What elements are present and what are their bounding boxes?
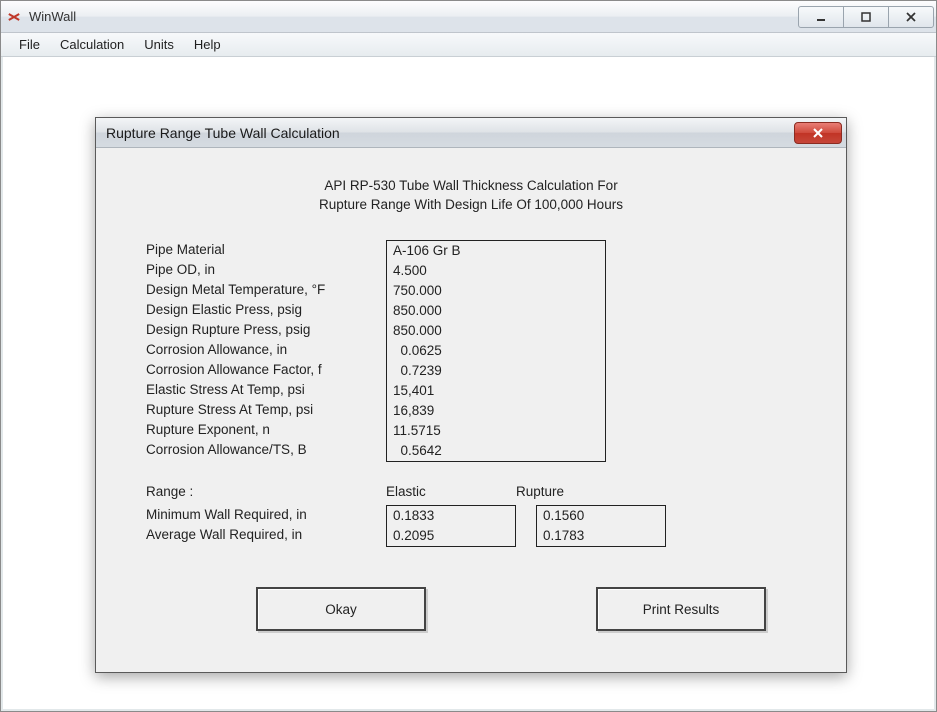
label-corrosion-allowance: Corrosion Allowance, in	[146, 340, 386, 360]
label-min-wall: Minimum Wall Required, in	[146, 505, 386, 525]
value-corrosion-allowance-factor: 0.7239	[393, 361, 599, 381]
value-design-elastic-press: 850.000	[393, 301, 599, 321]
maximize-icon	[860, 11, 872, 23]
menu-file[interactable]: File	[9, 34, 50, 55]
label-corrosion-allowance-factor: Corrosion Allowance Factor, f	[146, 360, 386, 380]
dialog-titlebar[interactable]: Rupture Range Tube Wall Calculation	[96, 118, 846, 148]
menu-units[interactable]: Units	[134, 34, 184, 55]
dialog-close-button[interactable]	[794, 122, 842, 144]
value-rupture-stress: 16,839	[393, 401, 599, 421]
label-design-rupture-press: Design Rupture Press, psig	[146, 320, 386, 340]
label-elastic-stress: Elastic Stress At Temp, psi	[146, 380, 386, 400]
client-area: Rupture Range Tube Wall Calculation API …	[1, 57, 936, 711]
okay-button[interactable]: Okay	[256, 587, 426, 631]
app-title: WinWall	[29, 9, 76, 24]
value-corrosion-allowance: 0.0625	[393, 341, 599, 361]
dialog-title-text: Rupture Range Tube Wall Calculation	[106, 125, 340, 141]
label-corrosion-allowance-ts: Corrosion Allowance/TS, B	[146, 440, 386, 460]
minimize-icon	[815, 11, 827, 23]
label-pipe-material: Pipe Material	[146, 240, 386, 260]
value-pipe-material: A-106 Gr B	[393, 241, 599, 261]
print-results-button[interactable]: Print Results	[596, 587, 766, 631]
rupture-values-box: 0.1560 0.1783	[536, 505, 666, 547]
parameter-labels: Pipe Material Pipe OD, in Design Metal T…	[146, 240, 386, 460]
parameters-block: Pipe Material Pipe OD, in Design Metal T…	[146, 240, 796, 462]
range-block: Range : Elastic Rupture Minimum Wall Req…	[146, 484, 796, 547]
parameter-values: A-106 Gr B 4.500 750.000 850.000 850.000…	[386, 240, 606, 462]
label-design-elastic-press: Design Elastic Press, psig	[146, 300, 386, 320]
close-button[interactable]	[888, 6, 934, 28]
menubar: File Calculation Units Help	[1, 33, 936, 57]
menu-help[interactable]: Help	[184, 34, 231, 55]
calculation-dialog: Rupture Range Tube Wall Calculation API …	[95, 117, 847, 673]
close-icon	[905, 11, 917, 23]
range-elastic-label: Elastic	[386, 484, 516, 499]
value-design-rupture-press: 850.000	[393, 321, 599, 341]
close-icon	[812, 127, 824, 139]
value-elastic-min: 0.1833	[393, 506, 509, 526]
dialog-body: API RP-530 Tube Wall Thickness Calculati…	[96, 148, 846, 651]
value-corrosion-allowance-ts: 0.5642	[393, 441, 599, 461]
minimize-button[interactable]	[798, 6, 844, 28]
main-window: WinWall File Calculation Units Help Rupt…	[0, 0, 937, 712]
maximize-button[interactable]	[843, 6, 889, 28]
dialog-heading-line1: API RP-530 Tube Wall Thickness Calculati…	[146, 178, 796, 193]
label-design-metal-temp: Design Metal Temperature, °F	[146, 280, 386, 300]
app-icon	[7, 9, 23, 25]
value-rupture-min: 0.1560	[543, 506, 659, 526]
range-rupture-label: Rupture	[516, 484, 646, 499]
main-titlebar[interactable]: WinWall	[1, 1, 936, 33]
value-pipe-od: 4.500	[393, 261, 599, 281]
value-elastic-stress: 15,401	[393, 381, 599, 401]
label-avg-wall: Average Wall Required, in	[146, 525, 386, 545]
label-pipe-od: Pipe OD, in	[146, 260, 386, 280]
dialog-button-row: Okay Print Results	[146, 587, 796, 631]
value-design-metal-temp: 750.000	[393, 281, 599, 301]
range-row-labels: Minimum Wall Required, in Average Wall R…	[146, 505, 386, 545]
menu-calculation[interactable]: Calculation	[50, 34, 134, 55]
value-rupture-exponent: 11.5715	[393, 421, 599, 441]
elastic-values-box: 0.1833 0.2095	[386, 505, 516, 547]
window-controls	[799, 6, 934, 28]
dialog-heading-line2: Rupture Range With Design Life Of 100,00…	[146, 197, 796, 212]
label-rupture-stress: Rupture Stress At Temp, psi	[146, 400, 386, 420]
value-elastic-avg: 0.2095	[393, 526, 509, 546]
range-label: Range :	[146, 484, 386, 499]
label-rupture-exponent: Rupture Exponent, n	[146, 420, 386, 440]
value-rupture-avg: 0.1783	[543, 526, 659, 546]
